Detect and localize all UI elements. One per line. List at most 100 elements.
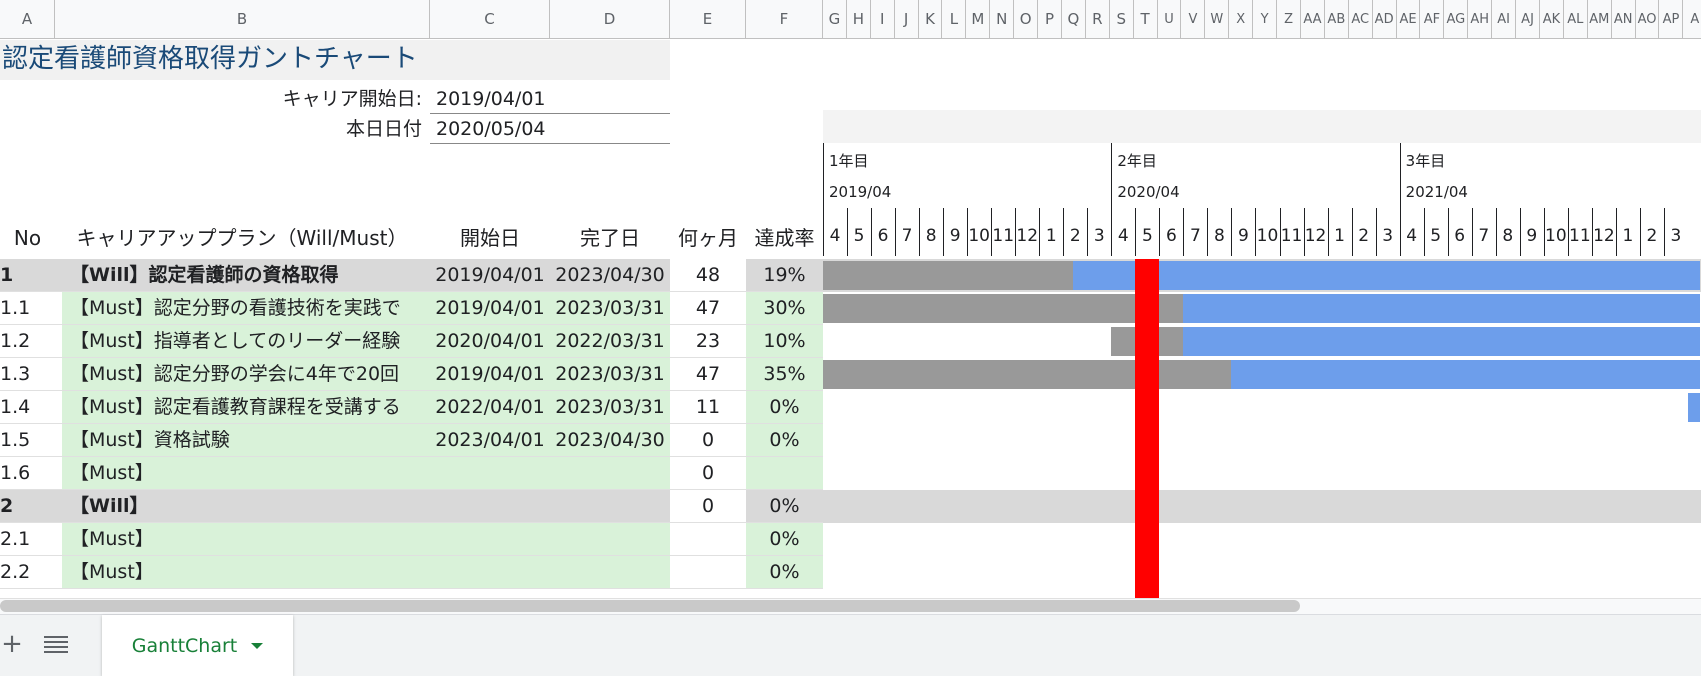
row-end-date[interactable] [550, 556, 670, 589]
sheet-tab-ganttchart[interactable]: GanttChart [102, 615, 293, 676]
column-header-a[interactable]: A [1683, 0, 1701, 38]
row-months[interactable] [670, 556, 746, 589]
column-header-ae[interactable]: AE [1397, 0, 1421, 38]
row-rate[interactable] [746, 457, 823, 490]
row-end-date[interactable] [550, 523, 670, 556]
row-months[interactable]: 0 [670, 457, 746, 490]
career-start-value[interactable]: 2019/04/01 [430, 84, 670, 114]
row-plan[interactable]: 【Must】指導者としてのリーダー経験 [70, 325, 430, 358]
row-months[interactable]: 11 [670, 391, 746, 424]
row-end-date[interactable]: 2022/03/31 [550, 325, 670, 358]
row-plan[interactable]: 【Will】認定看護師の資格取得 [70, 259, 430, 292]
row-end-date[interactable]: 2023/03/31 [550, 391, 670, 424]
row-start-date[interactable] [430, 556, 550, 589]
menu-lines-icon[interactable] [44, 629, 68, 659]
row-months[interactable]: 0 [670, 424, 746, 457]
column-header-h[interactable]: H [847, 0, 871, 38]
row-plan[interactable]: 【Must】 [70, 523, 430, 556]
column-header-p[interactable]: P [1038, 0, 1062, 38]
row-start-date[interactable]: 2020/04/01 [430, 325, 550, 358]
row-plan[interactable]: 【Must】 [70, 556, 430, 589]
column-header-c[interactable]: C [430, 0, 550, 38]
column-header-j[interactable]: J [895, 0, 919, 38]
column-header-an[interactable]: AN [1612, 0, 1636, 38]
column-header-ai[interactable]: AI [1492, 0, 1517, 38]
row-no[interactable]: 2 [0, 490, 55, 523]
column-header-k[interactable]: K [919, 0, 943, 38]
caret-down-icon[interactable] [251, 642, 264, 649]
row-start-date[interactable] [430, 523, 550, 556]
column-header-r[interactable]: R [1086, 0, 1110, 38]
row-months[interactable]: 23 [670, 325, 746, 358]
column-header-a[interactable]: A [0, 0, 55, 38]
scrollbar-thumb[interactable] [0, 600, 1300, 612]
column-header-o[interactable]: O [1014, 0, 1039, 38]
row-start-date[interactable]: 2019/04/01 [430, 292, 550, 325]
plus-icon[interactable]: + [0, 629, 24, 659]
column-header-f[interactable]: F [746, 0, 823, 38]
row-rate[interactable]: 30% [746, 292, 823, 325]
row-rate[interactable]: 10% [746, 325, 823, 358]
column-header-n[interactable]: N [990, 0, 1015, 38]
row-plan[interactable]: 【Must】 [70, 457, 430, 490]
row-rate[interactable]: 0% [746, 556, 823, 589]
column-header-ap[interactable]: AP [1660, 0, 1684, 38]
column-header-x[interactable]: X [1229, 0, 1254, 38]
row-rate[interactable]: 0% [746, 424, 823, 457]
row-rate[interactable]: 0% [746, 391, 823, 424]
column-header-ao[interactable]: AO [1636, 0, 1660, 38]
row-start-date[interactable]: 2019/04/01 [430, 259, 550, 292]
column-header-y[interactable]: Y [1253, 0, 1278, 38]
row-end-date[interactable]: 2023/03/31 [550, 292, 670, 325]
column-header-s[interactable]: S [1110, 0, 1134, 38]
row-rate[interactable]: 0% [746, 523, 823, 556]
row-no[interactable]: 1.4 [0, 391, 55, 424]
row-end-date[interactable] [550, 457, 670, 490]
row-months[interactable]: 0 [670, 490, 746, 523]
column-header-aj[interactable]: AJ [1516, 0, 1540, 38]
row-plan[interactable]: 【Must】認定看護教育課程を受講する [70, 391, 430, 424]
column-header-ac[interactable]: AC [1349, 0, 1373, 38]
column-header-am[interactable]: AM [1588, 0, 1612, 38]
row-plan[interactable]: 【Must】認定分野の看護技術を実践で [70, 292, 430, 325]
row-start-date[interactable]: 2022/04/01 [430, 391, 550, 424]
column-header-q[interactable]: Q [1062, 0, 1086, 38]
column-header-z[interactable]: Z [1277, 0, 1301, 38]
row-months[interactable] [670, 523, 746, 556]
column-header-aa[interactable]: AA [1301, 0, 1325, 38]
row-months[interactable]: 47 [670, 292, 746, 325]
row-start-date[interactable]: 2023/04/01 [430, 424, 550, 457]
column-header-t[interactable]: T [1134, 0, 1158, 38]
column-header-i[interactable]: I [871, 0, 895, 38]
column-header-ah[interactable]: AH [1468, 0, 1493, 38]
column-header-af[interactable]: AF [1421, 0, 1445, 38]
row-plan[interactable]: 【Will】 [70, 490, 430, 523]
column-header-al[interactable]: AL [1564, 0, 1588, 38]
row-no[interactable]: 2.1 [0, 523, 55, 556]
row-no[interactable]: 1.3 [0, 358, 55, 391]
row-start-date[interactable]: 2019/04/01 [430, 358, 550, 391]
row-end-date[interactable] [550, 490, 670, 523]
column-header-w[interactable]: W [1205, 0, 1230, 38]
row-rate[interactable]: 35% [746, 358, 823, 391]
column-header-l[interactable]: L [943, 0, 967, 38]
row-rate[interactable]: 19% [746, 259, 823, 292]
row-no[interactable]: 1.6 [0, 457, 55, 490]
row-plan[interactable]: 【Must】資格試験 [70, 424, 430, 457]
row-start-date[interactable] [430, 490, 550, 523]
row-end-date[interactable]: 2023/04/30 [550, 259, 670, 292]
row-months[interactable]: 47 [670, 358, 746, 391]
column-header-ab[interactable]: AB [1325, 0, 1349, 38]
row-no[interactable]: 1.2 [0, 325, 55, 358]
row-rate[interactable]: 0% [746, 490, 823, 523]
row-end-date[interactable]: 2023/03/31 [550, 358, 670, 391]
column-header-ad[interactable]: AD [1373, 0, 1397, 38]
row-start-date[interactable] [430, 457, 550, 490]
column-header-v[interactable]: V [1182, 0, 1206, 38]
row-plan[interactable]: 【Must】認定分野の学会に4年で20回 [70, 358, 430, 391]
row-months[interactable]: 48 [670, 259, 746, 292]
row-no[interactable]: 1 [0, 259, 55, 292]
row-no[interactable]: 1.1 [0, 292, 55, 325]
column-header-d[interactable]: D [550, 0, 670, 38]
today-value[interactable]: 2020/05/04 [430, 114, 670, 144]
